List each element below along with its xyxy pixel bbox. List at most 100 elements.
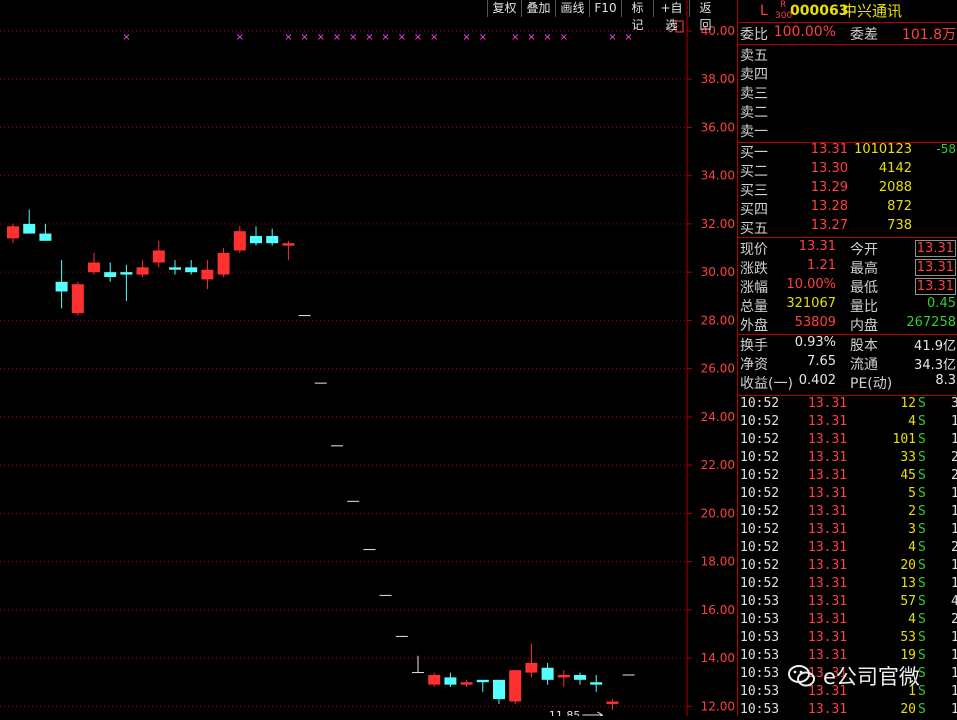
toolbar-button-4[interactable]: 标记 (621, 0, 653, 32)
tick-volume: 20 (900, 558, 916, 573)
toolbar-button-3[interactable]: F10 (589, 0, 621, 17)
quote-label: 总量 (740, 299, 768, 315)
candle[interactable] (201, 260, 214, 290)
sell-level-row[interactable]: 卖一 (738, 121, 957, 140)
candle[interactable] (136, 260, 149, 277)
event-marker[interactable]: × (462, 32, 470, 43)
tick-row[interactable]: 10:53 13.31 20 S 1 (738, 702, 957, 720)
candle[interactable] (266, 228, 279, 246)
event-marker[interactable]: × (365, 32, 373, 43)
candle[interactable] (412, 655, 424, 674)
candle[interactable] (428, 672, 441, 688)
candle-body (476, 679, 489, 683)
candle[interactable] (444, 672, 457, 688)
event-marker[interactable]: × (349, 32, 357, 43)
y-tick-label: 38.00 (701, 72, 735, 86)
sell-level-row[interactable]: 卖五 (738, 45, 957, 64)
tick-row[interactable]: 10:53 13.31 53 S 1 (738, 630, 957, 648)
event-marker[interactable]: × (560, 32, 568, 43)
candle[interactable] (460, 679, 473, 688)
toolbar-button-5[interactable]: +自选 (653, 0, 689, 32)
toolbar-button-2[interactable]: 画线 (555, 0, 589, 17)
candle[interactable] (104, 262, 117, 282)
event-marker[interactable]: × (414, 32, 422, 43)
candle[interactable] (120, 264, 133, 302)
candle[interactable] (233, 226, 246, 253)
candle[interactable] (541, 662, 554, 685)
sell-level-row[interactable]: 卖四 (738, 64, 957, 83)
candle[interactable] (185, 260, 198, 275)
buy-level-price: 13.28 (810, 199, 848, 214)
tick-row[interactable]: 10:52 13.31 101 S 1 (738, 432, 957, 450)
candle-body (152, 250, 165, 263)
buy-level-row[interactable]: 买五 13.27 738 (738, 218, 957, 237)
tick-row[interactable]: 10:53 13.31 4 S 2 (738, 612, 957, 630)
sell-level-row[interactable]: 卖二 (738, 102, 957, 121)
quote-label: 现价 (740, 242, 768, 258)
candle[interactable] (23, 209, 36, 234)
event-marker[interactable]: × (317, 32, 325, 43)
tick-row[interactable]: 10:52 13.31 4 S 1 (738, 414, 957, 432)
candle[interactable] (525, 643, 538, 678)
candle[interactable] (217, 248, 230, 277)
buy-level-row[interactable]: 买四 13.28 872 (738, 199, 957, 218)
candle[interactable] (169, 260, 181, 275)
tick-extra: 1 (951, 576, 957, 591)
event-marker[interactable]: × (527, 32, 535, 43)
candle[interactable] (509, 670, 522, 704)
tick-volume: 53 (900, 630, 916, 645)
buy-level-row[interactable]: 买一 13.31 1010123 -58 (738, 142, 957, 161)
watermark: e公司官微 (787, 659, 937, 693)
candle[interactable] (88, 252, 100, 275)
fundamental-value: 7.65 (807, 354, 836, 369)
tick-row[interactable]: 10:52 13.31 45 S 2 (738, 468, 957, 486)
event-marker[interactable]: × (398, 32, 406, 43)
sell-level-row[interactable]: 卖三 (738, 83, 957, 102)
event-marker[interactable]: × (511, 32, 519, 43)
candle[interactable] (590, 674, 603, 692)
candle[interactable] (55, 260, 68, 309)
sell-level-label: 卖一 (740, 124, 768, 140)
buy-level-row[interactable]: 买三 13.29 2088 (738, 180, 957, 199)
quote-row: 总量 321067 量比 0.45 (738, 296, 957, 315)
candle[interactable] (39, 223, 52, 241)
candle[interactable] (71, 281, 84, 316)
candle[interactable] (574, 672, 586, 685)
tick-row[interactable]: 10:52 13.31 12 S 3 (738, 396, 957, 414)
candle[interactable] (476, 679, 489, 692)
event-marker[interactable]: × (381, 32, 389, 43)
tick-row[interactable]: 10:52 13.31 33 S 2 (738, 450, 957, 468)
quote-row: 现价 13.31 今开 13.31 (738, 239, 957, 258)
tick-price: 13.31 (808, 450, 848, 465)
tick-row[interactable]: 10:52 13.31 4 S 2 (738, 540, 957, 558)
event-marker[interactable]: × (608, 32, 616, 43)
tick-row[interactable]: 10:52 13.31 20 S 1 (738, 558, 957, 576)
event-marker[interactable]: × (479, 32, 487, 43)
event-marker[interactable]: × (284, 32, 292, 43)
tick-row[interactable]: 10:53 13.31 57 S 4 (738, 594, 957, 612)
toolbar-button-0[interactable]: 复权 (487, 0, 521, 17)
tick-price: 13.31 (808, 504, 848, 519)
tick-volume: 45 (900, 468, 916, 483)
event-marker[interactable]: × (430, 32, 438, 43)
candle[interactable] (493, 679, 505, 704)
tick-row[interactable]: 10:52 13.31 13 S 1 (738, 576, 957, 594)
candle[interactable] (606, 699, 619, 710)
toolbar-button-6[interactable]: 返回 (689, 0, 721, 32)
tick-row[interactable]: 10:52 13.31 2 S 1 (738, 504, 957, 522)
candle[interactable] (282, 240, 295, 261)
candle[interactable] (7, 223, 19, 244)
event-marker[interactable]: × (236, 32, 244, 43)
event-marker[interactable]: × (543, 32, 551, 43)
kline-chart[interactable]: 40.0038.0036.0034.0032.0030.0028.0026.00… (0, 0, 737, 716)
toolbar-button-1[interactable]: 叠加 (521, 0, 555, 17)
candle[interactable] (250, 226, 262, 246)
buy-level-row[interactable]: 买二 13.30 4142 (738, 161, 957, 180)
event-marker[interactable]: × (122, 32, 130, 43)
tick-row[interactable]: 10:52 13.31 3 S 1 (738, 522, 957, 540)
event-marker[interactable]: × (300, 32, 308, 43)
candle[interactable] (557, 670, 570, 688)
tick-row[interactable]: 10:52 13.31 5 S 1 (738, 486, 957, 504)
event-marker[interactable]: × (333, 32, 341, 43)
candle[interactable] (152, 240, 165, 268)
